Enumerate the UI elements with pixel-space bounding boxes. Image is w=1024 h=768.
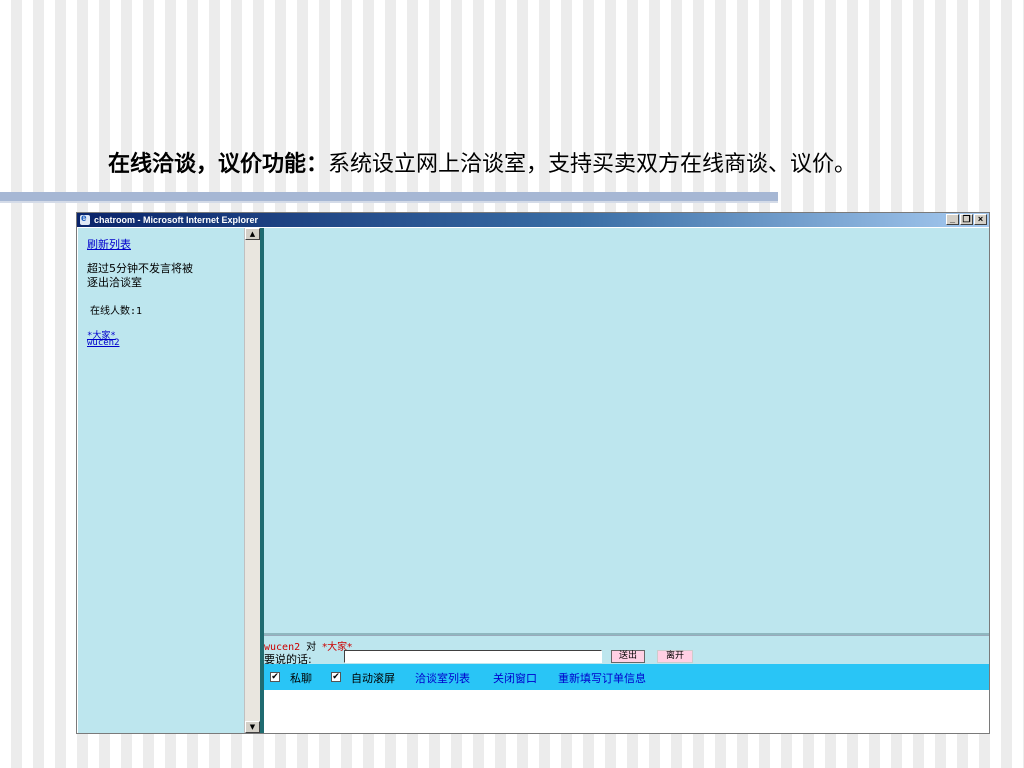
message-input-area: wucen2 对 *大家* 要说的话: 送出 离开	[264, 635, 989, 666]
private-chat-label: 私聊	[290, 672, 312, 685]
window-title: chatroom - Microsoft Internet Explorer	[94, 215, 259, 225]
leave-button[interactable]: 离开	[657, 650, 693, 663]
online-count: 在线人数:1	[90, 306, 143, 317]
slide-title: 在线洽谈，议价功能：系统设立网上洽谈室，支持买卖双方在线商谈、议价。	[108, 146, 856, 178]
idle-notice-line1: 超过5分钟不发言将被	[87, 262, 193, 275]
message-input[interactable]	[344, 650, 602, 663]
idle-notice: 超过5分钟不发言将被 逐出洽谈室	[87, 262, 193, 290]
autoscroll-label: 自动滚屏	[351, 672, 395, 685]
autoscroll-checkbox[interactable]: ✔	[331, 672, 341, 682]
idle-notice-line2: 逐出洽谈室	[87, 276, 142, 289]
send-button[interactable]: 送出	[611, 650, 645, 663]
refill-order-link[interactable]: 重新填写订单信息	[558, 670, 646, 686]
user-item-wucen2[interactable]: wucen2	[87, 338, 120, 348]
slide-title-rest: 系统设立网上洽谈室，支持买卖双方在线商谈、议价。	[328, 152, 857, 177]
close-window-link[interactable]: 关闭窗口	[493, 670, 537, 686]
user-list-frame: 刷新列表 超过5分钟不发言将被 逐出洽谈室 在线人数:1 *大家* wucen2	[78, 228, 244, 733]
chat-messages-area	[264, 228, 989, 633]
close-button[interactable]: ×	[974, 214, 987, 225]
browser-window: chatroom - Microsoft Internet Explorer _…	[76, 212, 990, 734]
minimize-button[interactable]: _	[946, 214, 959, 225]
private-chat-checkbox[interactable]: ✔	[270, 672, 280, 682]
ie-icon	[80, 212, 90, 226]
scroll-down-arrow-icon[interactable]: ▼	[245, 721, 260, 733]
left-scrollbar[interactable]: ▲ ▼	[244, 228, 260, 733]
window-titlebar[interactable]: chatroom - Microsoft Internet Explorer _…	[77, 212, 989, 227]
room-list-link[interactable]: 洽谈室列表	[415, 670, 470, 686]
scroll-up-arrow-icon[interactable]: ▲	[245, 228, 260, 240]
slide-title-bold: 在线洽谈，议价功能：	[108, 151, 329, 177]
title-rule	[0, 192, 778, 203]
bottom-blank-area	[264, 690, 989, 733]
chat-toolbar: ✔ 私聊 ✔ 自动滚屏 洽谈室列表 关闭窗口 重新填写订单信息	[264, 664, 989, 690]
restore-button[interactable]: ❐	[960, 214, 973, 225]
refresh-list-link[interactable]: 刷新列表	[87, 236, 131, 252]
